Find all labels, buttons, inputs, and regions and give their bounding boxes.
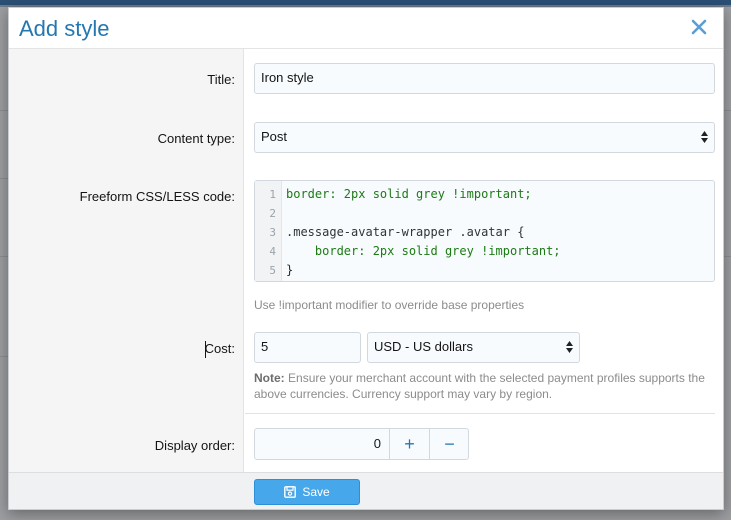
background-divider — [0, 256, 8, 257]
dialog-title: Add style — [19, 16, 110, 41]
content-type-label: Content type: — [157, 131, 235, 146]
line-number: 2 — [269, 207, 276, 220]
code-line: .message-avatar-wrapper .avatar { — [286, 225, 525, 239]
content-type-select[interactable]: Post — [254, 122, 715, 153]
css-hint: Use !important modifier to override base… — [254, 298, 525, 312]
display-order-input[interactable]: 0 — [255, 429, 389, 459]
css-code-label: Freeform CSS/LESS code: — [79, 189, 235, 204]
form-body: Title: Iron style Content type: Post Fre… — [9, 49, 723, 472]
close-icon[interactable] — [689, 17, 709, 37]
line-number: 1 — [269, 188, 276, 201]
save-label: Save — [302, 485, 330, 499]
cost-input[interactable]: 5 — [254, 332, 361, 363]
section-divider — [245, 413, 715, 414]
note-text: Ensure your merchant account with the se… — [288, 371, 705, 385]
dialog-footer: Save — [9, 472, 723, 509]
title-input[interactable]: Iron style — [254, 63, 715, 94]
code-line: } — [286, 263, 294, 277]
select-arrows-icon — [566, 341, 573, 353]
line-number: 5 — [269, 264, 276, 277]
currency-value: USD - US dollars — [374, 339, 473, 354]
dialog-header: Add style — [9, 8, 723, 49]
decrement-button[interactable]: − — [429, 429, 469, 459]
line-number-gutter: 1 2 3 4 5 — [255, 181, 282, 281]
line-number: 3 — [269, 226, 276, 239]
display-order-spinner: 0 + − — [254, 428, 469, 460]
add-style-dialog: Add style Title: Iron style Content type… — [8, 7, 724, 510]
note-label: Note: — [254, 371, 285, 385]
css-code-editor[interactable]: 1 2 3 4 5 border: 2px solid grey !import… — [254, 180, 715, 282]
background-divider — [724, 110, 731, 111]
background-divider — [724, 256, 731, 257]
select-arrows-icon — [701, 131, 708, 143]
save-button[interactable]: Save — [254, 479, 360, 505]
label-column — [9, 49, 244, 472]
background-divider — [0, 356, 8, 357]
line-number: 4 — [269, 245, 276, 258]
display-order-label: Display order: — [154, 438, 235, 453]
title-label: Title: — [207, 72, 235, 87]
code-line: border: 2px solid grey !important; — [286, 187, 532, 201]
code-line: border: 2px solid grey !important; — [286, 244, 561, 258]
background-divider — [0, 110, 8, 111]
content-type-value: Post — [261, 129, 288, 144]
currency-select[interactable]: USD - US dollars — [367, 332, 580, 363]
save-icon — [284, 486, 297, 498]
increment-button[interactable]: + — [389, 429, 429, 459]
cost-note-line-2: above currencies. Currency support may v… — [254, 387, 553, 401]
cost-label: Cost: — [204, 341, 235, 356]
cost-note: Note: Ensure your merchant account with … — [254, 371, 705, 385]
background-divider — [0, 178, 8, 179]
